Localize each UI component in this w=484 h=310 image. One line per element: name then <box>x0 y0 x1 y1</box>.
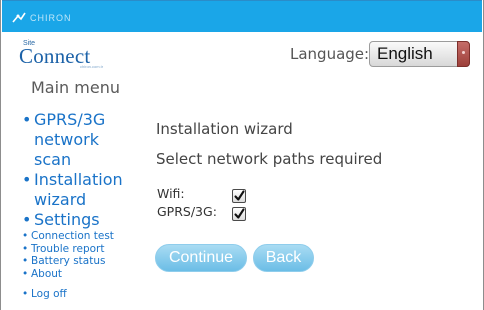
chiron-logo-text: CHIRON <box>30 13 72 23</box>
continue-button[interactable]: Continue <box>155 244 247 272</box>
language-select-value: English <box>377 44 433 63</box>
bullet-icon: • <box>22 288 29 300</box>
menu-item-label-line: wizard <box>34 190 87 209</box>
menu-item-log-off[interactable]: • Log off <box>22 288 152 301</box>
logo-tagline: chiron.com.tr <box>80 64 104 69</box>
main-menu-title: Main menu <box>31 78 120 97</box>
wifi-checkbox[interactable] <box>232 189 246 203</box>
wifi-label: Wifi: <box>157 186 185 201</box>
menu-item-about[interactable]: • About <box>22 268 152 281</box>
bullet-icon: • <box>22 242 29 255</box>
back-button[interactable]: Back <box>253 244 314 272</box>
main-menu-nav: • GPRS/3G network scan • Installation wi… <box>22 110 152 301</box>
wizard-subtitle: Select network paths required <box>156 150 383 168</box>
chiron-logo-icon <box>12 12 26 23</box>
bullet-icon: • <box>22 230 29 242</box>
site-connect-logo: Site Connect chiron.com.tr <box>19 40 119 69</box>
bullet-icon: • <box>22 255 29 267</box>
menu-item-label: About <box>31 267 63 280</box>
gprs-label: GPRS/3G: <box>157 204 217 219</box>
menu-item-installation-wizard[interactable]: • Installation wizard <box>22 170 152 210</box>
menu-item-label-line: Installation <box>34 170 123 189</box>
gprs-checkbox[interactable] <box>232 207 246 221</box>
bullet-icon: • <box>22 267 29 280</box>
menu-item-label-line: scan <box>34 150 72 169</box>
menu-item-connection-test[interactable]: • Connection test <box>22 230 152 243</box>
chiron-logo: CHIRON <box>12 12 72 24</box>
menu-item-label: Trouble report <box>31 242 105 255</box>
app-frame: CHIRON Site Connect chiron.com.tr Langua… <box>0 0 484 310</box>
menu-item-label: Battery status <box>31 255 106 267</box>
checkmark-icon <box>234 208 245 219</box>
menu-item-label: Log off <box>31 288 67 300</box>
checkmark-icon <box>234 190 245 201</box>
language-label: Language: <box>290 45 370 63</box>
menu-item-label-line: GPRS/3G <box>34 110 106 129</box>
menu-item-trouble-report[interactable]: • Trouble report <box>22 243 152 256</box>
menu-item-battery-status[interactable]: • Battery status <box>22 255 152 268</box>
menu-item-settings[interactable]: • Settings <box>22 210 152 230</box>
menu-spacer <box>22 280 152 288</box>
menu-item-label-line: network <box>34 130 99 149</box>
bullet-icon: • <box>22 170 32 189</box>
bullet-icon: • <box>22 110 32 129</box>
language-select[interactable]: English <box>369 41 470 67</box>
menu-item-gprs-network-scan[interactable]: • GPRS/3G network scan <box>22 110 152 170</box>
bullet-icon: • <box>22 210 32 229</box>
top-bar: CHIRON <box>2 0 482 32</box>
wizard-title: Installation wizard <box>156 120 293 138</box>
select-arrow-icon[interactable] <box>457 41 470 67</box>
menu-item-label-line: Settings <box>34 210 100 229</box>
menu-item-label: Connection test <box>31 230 114 242</box>
